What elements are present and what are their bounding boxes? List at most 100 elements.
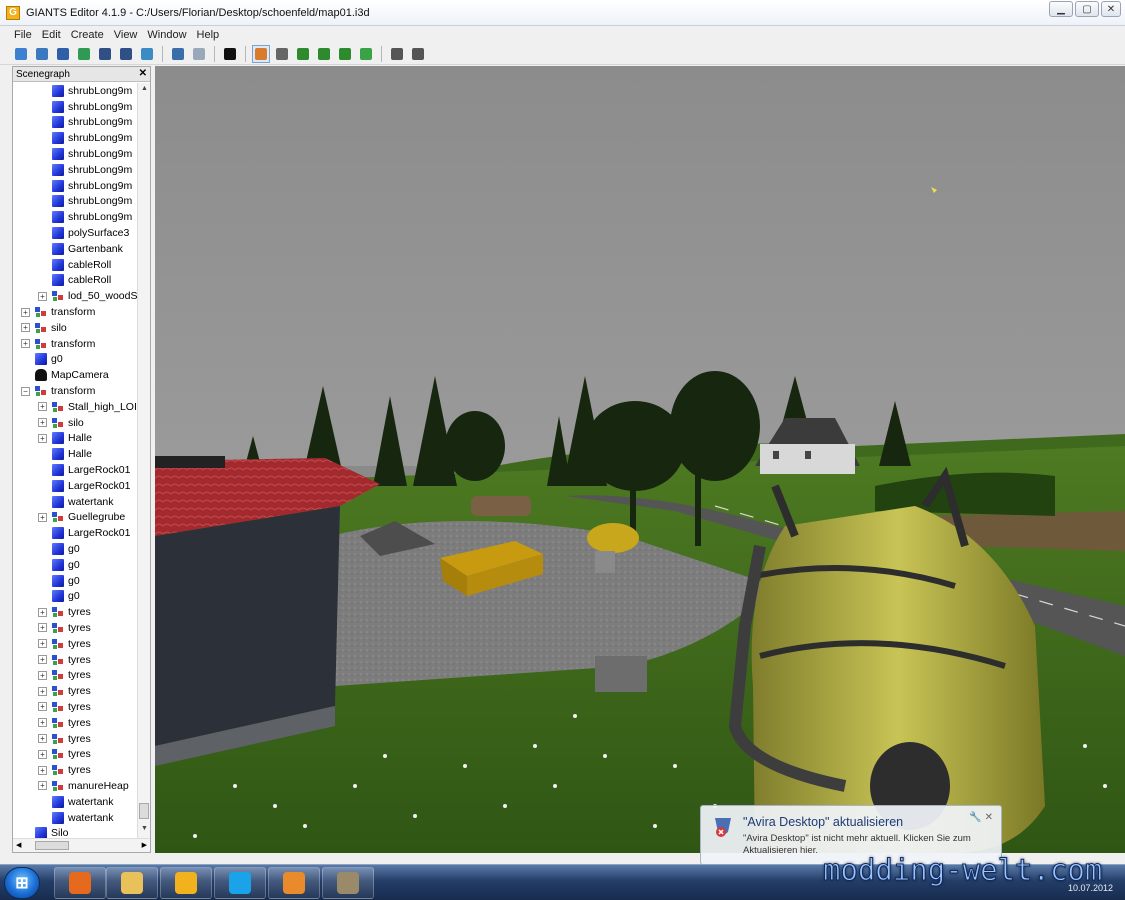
select-icon[interactable] [252,44,270,63]
menu-file[interactable]: File [14,29,32,41]
scenegraph-node[interactable]: + tyres [13,667,138,683]
scenegraph-node[interactable]: + silo [13,415,138,431]
scenegraph-node[interactable]: shrubLong9m [13,194,138,210]
scenegraph-node[interactable]: + tyres [13,636,138,652]
menu-window[interactable]: Window [147,29,186,41]
taskbar-giants-editor-button[interactable] [160,867,212,899]
scenegraph-node[interactable]: shrubLong9m [13,83,138,99]
scenegraph-node[interactable]: polySurface3 [13,225,138,241]
taskbar-skype-button[interactable] [214,867,266,899]
scroll-up-arrow-icon[interactable]: ▲ [141,85,148,92]
taskbar-media-player-button[interactable] [268,867,320,899]
expand-icon[interactable]: + [38,623,47,633]
scenegraph-node[interactable]: shrubLong9m [13,178,138,194]
expand-icon[interactable]: + [21,339,30,349]
scenegraph-close-button[interactable]: ✕ [139,68,147,80]
expand-icon[interactable]: + [21,323,30,333]
scenegraph-node[interactable]: + tyres [13,746,138,762]
scenegraph-vertical-scrollbar[interactable]: ▲ ▼ [137,83,150,839]
maximize-button[interactable]: ▢ [1075,1,1099,17]
scenegraph-node[interactable]: g0 [13,557,138,573]
scenegraph-node[interactable]: + tyres [13,652,138,668]
scenegraph-node[interactable]: g0 [13,573,138,589]
scenegraph-node[interactable]: + tyres [13,699,138,715]
scenegraph-node[interactable]: + tyres [13,604,138,620]
expand-icon[interactable]: + [38,433,47,443]
terrain-paint-icon[interactable] [315,45,333,63]
scenegraph-node[interactable]: MapCamera [13,367,138,383]
menu-create[interactable]: Create [71,29,104,41]
close-button[interactable]: ✕ [1101,1,1121,17]
redo-icon[interactable] [190,45,208,63]
terrain-raise-icon[interactable] [294,45,312,63]
scenegraph-node[interactable]: + tyres [13,762,138,778]
scenegraph-node[interactable]: Gartenbank [13,241,138,257]
import-icon[interactable] [54,45,72,63]
scroll-left-arrow-icon[interactable]: ◀ [16,841,21,849]
scenegraph-node[interactable]: + tyres [13,731,138,747]
scenegraph-node[interactable]: + tyres [13,683,138,699]
expand-icon[interactable]: + [38,291,47,301]
open-icon[interactable] [33,45,51,63]
expand-icon[interactable]: + [38,402,47,412]
taskbar-firefox-button[interactable] [54,867,106,899]
foliage-icon[interactable] [357,45,375,63]
scenegraph-node[interactable]: − transform [13,383,138,399]
scenegraph-node[interactable]: LargeRock01 [13,462,138,478]
scenegraph-node[interactable]: cableRoll [13,257,138,273]
scenegraph-node[interactable]: g0 [13,589,138,605]
scenegraph-node[interactable]: shrubLong9m [13,209,138,225]
scroll-down-arrow-icon[interactable]: ▼ [141,825,148,832]
scenegraph-node[interactable]: LargeRock01 [13,478,138,494]
scenegraph-node[interactable]: Halle [13,446,138,462]
particle-settings-icon[interactable] [409,45,427,63]
expand-icon[interactable]: + [21,307,30,317]
scenegraph-node[interactable]: shrubLong9m [13,99,138,115]
expand-icon[interactable]: + [38,765,47,775]
taskbar-gimp-button[interactable] [322,867,374,899]
refresh-icon[interactable] [75,45,93,63]
scenegraph-node[interactable]: + tyres [13,715,138,731]
menu-view[interactable]: View [114,29,138,41]
scenegraph-node[interactable]: g0 [13,541,138,557]
scenegraph-node[interactable]: watertank [13,794,138,810]
scenegraph-node[interactable]: + Guellegrube [13,510,138,526]
expand-icon[interactable]: + [38,781,47,791]
scenegraph-node[interactable]: watertank [13,810,138,826]
scenegraph-node[interactable]: + transform [13,304,138,320]
menu-help[interactable]: Help [197,29,220,41]
scrollbar-thumb[interactable] [139,803,149,819]
menu-edit[interactable]: Edit [42,29,61,41]
scenegraph-node[interactable]: + manureHeap [13,778,138,794]
expand-icon[interactable]: + [38,670,47,680]
terrain-smooth-icon[interactable] [336,45,354,63]
scenegraph-node[interactable]: watertank [13,494,138,510]
expand-icon[interactable]: + [38,702,47,712]
scenegraph-horizontal-scrollbar[interactable]: ◀ ▶ [13,838,150,852]
scenegraph-node[interactable]: LargeRock01 [13,525,138,541]
expand-icon[interactable]: + [38,734,47,744]
export-icon[interactable] [138,45,156,63]
3d-viewport[interactable] [155,66,1125,853]
expand-icon[interactable]: + [38,655,47,665]
expand-icon[interactable]: + [38,418,47,428]
scenegraph-node[interactable]: shrubLong9m [13,115,138,131]
scenegraph-node[interactable]: + transform [13,336,138,352]
undo-icon[interactable] [169,45,187,63]
minimize-button[interactable]: ▁ [1049,1,1073,17]
scenegraph-node[interactable]: + Halle [13,431,138,447]
collapse-icon[interactable]: − [21,386,30,396]
expand-icon[interactable]: + [38,512,47,522]
expand-icon[interactable]: + [38,639,47,649]
scenegraph-node[interactable]: shrubLong9m [13,130,138,146]
scenegraph-node[interactable]: + lod_50_woodS [13,288,138,304]
taskbar-explorer-folder-button[interactable] [106,867,158,899]
scenegraph-node[interactable]: + Stall_high_LOI [13,399,138,415]
expand-icon[interactable]: + [38,686,47,696]
hscrollbar-thumb[interactable] [35,841,69,850]
save-all-icon[interactable] [117,45,135,63]
magnet-icon[interactable] [273,45,291,63]
scenegraph-node[interactable]: Silo [13,825,138,839]
save-icon[interactable] [96,45,114,63]
expand-icon[interactable]: + [38,749,47,759]
